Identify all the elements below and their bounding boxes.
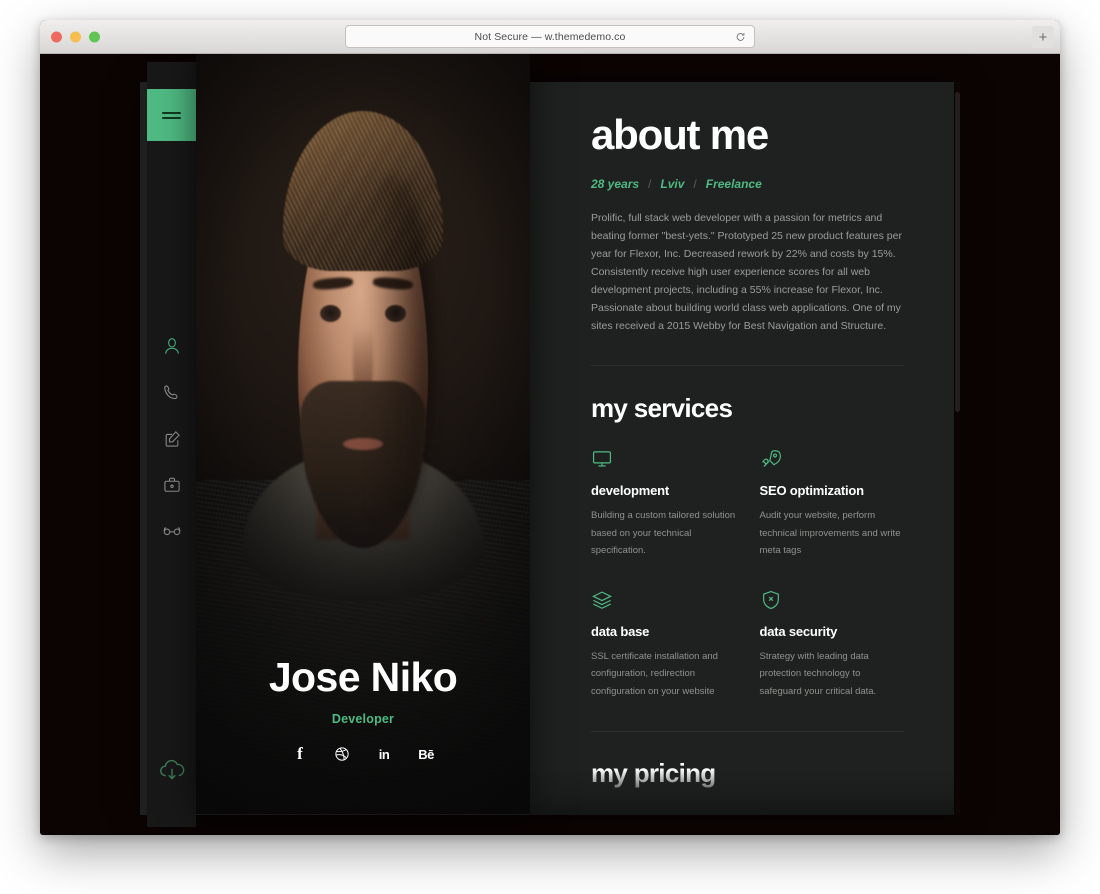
meta-separator: / (648, 177, 652, 191)
meta-city: Lviv (660, 177, 685, 191)
menu-toggle-button[interactable] (147, 89, 196, 141)
close-window-button[interactable] (51, 31, 62, 42)
maximize-window-button[interactable] (89, 31, 100, 42)
services-grid: development Building a custom tailored s… (591, 448, 904, 700)
layers-icon (591, 589, 736, 611)
section-divider (591, 731, 904, 733)
facebook-icon[interactable]: f (290, 744, 310, 764)
browser-chrome-bar: Not Secure — w.themedemo.co + (40, 20, 1060, 54)
monitor-icon (591, 448, 736, 470)
sidebar-item-about[interactable] (159, 334, 185, 360)
sidebar-item-resume[interactable] (159, 426, 185, 452)
service-name: data security (759, 624, 838, 640)
side-nav (147, 62, 196, 827)
service-card: SEO optimization Audit your website, per… (760, 448, 905, 559)
nav-icon-list (147, 334, 196, 544)
sidebar-item-contact[interactable] (159, 380, 185, 406)
social-links: f in Bē (196, 744, 530, 764)
profile-name: Jose Niko (268, 653, 458, 700)
service-desc: Audit your website, perform technical im… (759, 510, 901, 556)
behance-icon[interactable]: Bē (416, 744, 436, 764)
sidebar-item-portfolio[interactable] (159, 472, 185, 498)
section-divider (591, 365, 904, 367)
sidebar-item-blog[interactable] (159, 518, 185, 544)
new-tab-button[interactable]: + (1032, 26, 1054, 48)
page-title: about me (591, 111, 769, 158)
download-cv-button[interactable] (157, 755, 187, 785)
about-text: Prolific, full stack web developer with … (591, 212, 902, 333)
linkedin-icon[interactable]: in (374, 744, 394, 764)
service-desc: Strategy with leading data protection te… (759, 651, 877, 697)
profile-meta: 28 years / Lviv / Freelance (591, 177, 904, 191)
service-card: data security Strategy with leading data… (760, 589, 905, 700)
content-scrollbar[interactable] (955, 82, 960, 815)
glasses-icon (162, 521, 182, 541)
profile-photo-card: Jose Niko Developer f in Bē (196, 54, 530, 814)
edit-icon (162, 429, 182, 449)
phone-icon (162, 383, 182, 403)
service-card: data base SSL certificate installation a… (591, 589, 736, 700)
traffic-lights (51, 31, 100, 42)
reload-icon[interactable] (735, 31, 746, 42)
meta-age: 28 years (591, 177, 640, 191)
main-content: about me 28 years / Lviv / Freelance Pro… (530, 82, 954, 815)
person-icon (162, 337, 182, 357)
service-name: data base (591, 624, 650, 640)
service-name: SEO optimization (759, 483, 865, 499)
service-desc: SSL certificate installation and configu… (591, 651, 718, 697)
minimize-window-button[interactable] (70, 31, 81, 42)
shield-x-icon (760, 589, 905, 611)
browser-window: Not Secure — w.themedemo.co + Jose Niko … (40, 20, 1060, 835)
pricing-title: my pricing (591, 758, 716, 789)
meta-status: Freelance (705, 177, 762, 191)
hamburger-icon (162, 109, 181, 122)
main-content-inner: about me 28 years / Lviv / Freelance Pro… (530, 82, 954, 789)
service-name: development (591, 483, 669, 499)
scrollbar-thumb[interactable] (955, 92, 960, 412)
page-viewport: Jose Niko Developer f in Bē about me 28 … (40, 54, 1060, 835)
address-bar[interactable]: Not Secure — w.themedemo.co (345, 25, 755, 48)
service-card: development Building a custom tailored s… (591, 448, 736, 559)
url-text: Not Secure — w.themedemo.co (474, 30, 626, 43)
profile-role: Developer (331, 712, 395, 726)
rocket-icon (760, 448, 905, 470)
dribbble-icon[interactable] (332, 744, 352, 764)
services-title: my services (591, 393, 733, 424)
briefcase-icon (162, 475, 182, 495)
meta-separator: / (693, 177, 697, 191)
cloud-download-icon (157, 755, 187, 785)
profile-info: Jose Niko Developer f in Bē (196, 653, 530, 764)
service-desc: Building a custom tailored solution base… (591, 510, 736, 556)
